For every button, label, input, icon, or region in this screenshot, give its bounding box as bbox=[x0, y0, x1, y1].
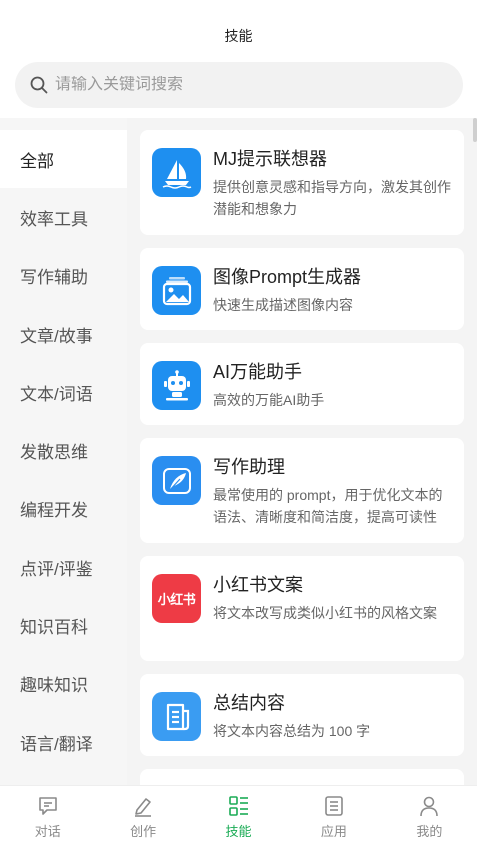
skill-card[interactable]: AI万能助手 高效的万能AI助手 bbox=[140, 343, 464, 425]
skill-name: AI万能助手 bbox=[213, 362, 303, 382]
sidebar-item-label: 发散思维 bbox=[20, 443, 88, 463]
robot-icon bbox=[152, 361, 201, 410]
skill-card[interactable]: 总结内容 将文本内容总结为 100 字 bbox=[140, 674, 464, 756]
sidebar-item-label: 点评/评鉴 bbox=[20, 559, 93, 579]
sidebar-item-writing[interactable]: 写作辅助 bbox=[0, 247, 127, 305]
search-bar[interactable] bbox=[15, 62, 463, 108]
tab-create[interactable]: 创作 bbox=[95, 786, 190, 848]
sidebar-item-label: 文章/故事 bbox=[20, 326, 93, 346]
tab-label: 对话 bbox=[34, 824, 61, 839]
pen-icon bbox=[131, 794, 155, 818]
tab-apps[interactable]: 应用 bbox=[286, 786, 381, 848]
chat-icon bbox=[36, 794, 60, 818]
skill-description: 高效的万能AI助手 bbox=[213, 392, 325, 408]
sidebar-item-programming[interactable]: 编程开发 bbox=[0, 480, 127, 538]
sidebar-item-all[interactable]: 全部 bbox=[0, 130, 127, 189]
skill-card[interactable]: 写作助理 最常使用的 prompt，用于优化文本的语法、清晰度和简洁度，提高可读… bbox=[140, 438, 464, 543]
sidebar-item-efficiency[interactable]: 效率工具 bbox=[0, 188, 127, 246]
feather-icon bbox=[152, 456, 201, 505]
sidebar-item-label: 语言/翻译 bbox=[20, 734, 93, 754]
tab-skills[interactable]: 技能 bbox=[191, 786, 286, 848]
page-title: 技能 bbox=[224, 28, 253, 44]
sidebar-item-label: 知识百科 bbox=[20, 618, 88, 638]
sidebar-item-text[interactable]: 文本/词语 bbox=[0, 363, 127, 421]
skill-description: 最常使用的 prompt，用于优化文本的语法、清晰度和简洁度，提高可读性 bbox=[213, 487, 443, 525]
scrollbar[interactable] bbox=[473, 118, 477, 142]
tab-label: 我的 bbox=[416, 824, 443, 839]
skill-card[interactable]: 图像Prompt生成器 快速生成描述图像内容 bbox=[140, 248, 464, 330]
list-icon bbox=[322, 794, 346, 818]
sidebar-item-thinking[interactable]: 发散思维 bbox=[0, 421, 127, 479]
picture-icon bbox=[152, 266, 201, 315]
tab-label: 创作 bbox=[130, 824, 157, 839]
search-icon bbox=[29, 75, 49, 95]
tab-label: 应用 bbox=[320, 824, 347, 839]
document-icon bbox=[152, 692, 201, 741]
skill-description: 将文本改写成类似小红书的风格文案 bbox=[213, 605, 437, 621]
skills-grid-icon bbox=[227, 794, 251, 818]
sidebar-item-label: 文本/词语 bbox=[20, 384, 93, 404]
sidebar-item-article[interactable]: 文章/故事 bbox=[0, 305, 127, 363]
sidebar-item-label: 效率工具 bbox=[20, 209, 88, 229]
search-input[interactable] bbox=[55, 76, 435, 94]
sidebar-item-label: 写作辅助 bbox=[20, 268, 88, 288]
skill-name: 总结内容 bbox=[213, 693, 285, 713]
sidebar-item-label: 趣味知识 bbox=[20, 676, 88, 696]
tab-mine[interactable]: 我的 bbox=[382, 786, 477, 848]
sidebar-item-encyclopedia[interactable]: 知识百科 bbox=[0, 596, 127, 654]
user-icon bbox=[417, 794, 441, 818]
skill-description: 快速生成描述图像内容 bbox=[213, 297, 353, 313]
tab-chat[interactable]: 对话 bbox=[0, 786, 95, 848]
skill-description: 将文本内容总结为 100 字 bbox=[213, 723, 371, 739]
xiaohongshu-icon: 小红书 bbox=[152, 574, 201, 623]
skill-name: 图像Prompt生成器 bbox=[213, 267, 362, 287]
skill-list[interactable]: MJ提示联想器 提供创意灵感和指导方向，激发其创作潜能和想象力 图像Prompt… bbox=[127, 118, 477, 785]
sidebar-item-review[interactable]: 点评/评鉴 bbox=[0, 538, 127, 596]
top-bar: 技能 bbox=[0, 0, 477, 60]
sidebar-item-label: 全部 bbox=[20, 151, 54, 171]
bottom-tab-bar: 对话 创作 技能 应用 我的 bbox=[0, 785, 477, 848]
skill-name: MJ提示联想器 bbox=[213, 149, 327, 169]
sidebar-item-fun-knowledge[interactable]: 趣味知识 bbox=[0, 655, 127, 713]
skill-name: 小红书文案 bbox=[213, 575, 303, 595]
sidebar-item-language[interactable]: 语言/翻译 bbox=[0, 713, 127, 771]
xiaohongshu-logo-text: 小红书 bbox=[157, 592, 196, 607]
skill-card[interactable]: 小红书 小红书文案 将文本改写成类似小红书的风格文案 bbox=[140, 556, 464, 661]
tab-label: 技能 bbox=[225, 824, 252, 839]
sidebar-item-label: 编程开发 bbox=[20, 501, 88, 521]
sailboat-icon bbox=[152, 148, 201, 197]
skill-card[interactable]: MJ提示联想器 提供创意灵感和指导方向，激发其创作潜能和想象力 bbox=[140, 130, 464, 235]
skill-description: 提供创意灵感和指导方向，激发其创作潜能和想象力 bbox=[213, 179, 451, 217]
skill-name: 写作助理 bbox=[213, 457, 285, 477]
skill-card[interactable] bbox=[140, 769, 464, 785]
category-sidebar: 全部 效率工具 写作辅助 文章/故事 文本/词语 发散思维 编程开发 点评/评鉴… bbox=[0, 118, 127, 785]
